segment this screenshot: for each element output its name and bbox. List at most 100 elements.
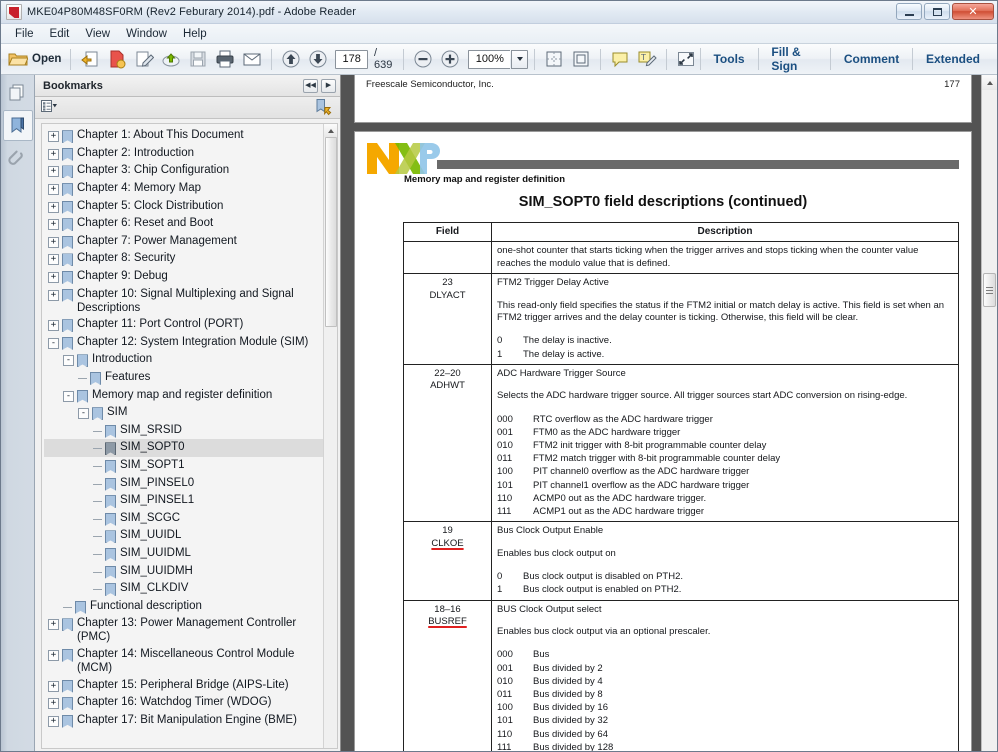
minimize-button[interactable] xyxy=(896,3,922,20)
fill-and-sign-button[interactable]: Fill & Sign xyxy=(758,44,830,75)
zoom-level-input[interactable]: 100% xyxy=(468,49,511,69)
open-button[interactable]: Open xyxy=(5,47,64,72)
bookmark-item-chapter-11-port-control-port[interactable]: + Chapter 11: Port Control (PORT) xyxy=(44,316,323,334)
expand-icon[interactable]: + xyxy=(48,219,59,231)
attachments-button[interactable] xyxy=(3,143,33,174)
document-scrollbar[interactable] xyxy=(981,75,997,751)
menu-view[interactable]: View xyxy=(77,26,118,42)
page-number-input[interactable]: 178 xyxy=(335,49,368,69)
bookmark-item-introduction[interactable]: - Introduction xyxy=(44,351,323,369)
expand-icon[interactable]: + xyxy=(48,201,59,213)
bookmark-item-chapter-3-chip-configuration[interactable]: + Chapter 3: Chip Configuration xyxy=(44,162,323,180)
scrollbar-thumb[interactable] xyxy=(324,137,337,327)
sticky-note-button[interactable] xyxy=(607,47,633,72)
scroll-up-button[interactable] xyxy=(324,124,337,137)
bookmark-item-chapter-15-peripheral-bridge-aips-lite[interactable]: + Chapter 15: Peripheral Bridge (AIPS-Lit… xyxy=(44,676,323,694)
next-page-button[interactable] xyxy=(305,47,331,72)
bookmark-item-chapter-10-signal-multiplexing-and-signal-descriptions[interactable]: + Chapter 10: Signal Multiplexing and Sig… xyxy=(44,285,323,316)
bookmarks-button[interactable] xyxy=(2,110,33,141)
fit-width-button[interactable] xyxy=(568,47,594,72)
scrollbar-thumb[interactable] xyxy=(983,273,996,307)
expand-icon[interactable]: + xyxy=(48,184,59,196)
scroll-up-button[interactable] xyxy=(982,75,997,90)
export-pdf-button[interactable] xyxy=(104,47,130,72)
expand-panel-button[interactable]: ▶ xyxy=(321,78,336,93)
bookmark-item-sim-uuidl[interactable]: SIM_UUIDL xyxy=(44,527,323,545)
expand-icon[interactable]: + xyxy=(48,649,59,661)
zoom-out-button[interactable] xyxy=(410,47,436,72)
bookmark-item-sim-pinsel0[interactable]: SIM_PINSEL0 xyxy=(44,474,323,492)
fit-page-button[interactable] xyxy=(541,47,567,72)
extended-button[interactable]: Extended xyxy=(913,44,993,75)
expand-icon[interactable]: + xyxy=(48,289,59,301)
zoom-in-button[interactable] xyxy=(437,47,463,72)
expand-icon[interactable]: + xyxy=(48,148,59,160)
bookmark-item-sim-uuidmh[interactable]: SIM_UUIDMH xyxy=(44,562,323,580)
bookmark-item-sim-sopt0[interactable]: SIM_SOPT0 xyxy=(44,439,323,457)
bookmark-item-sim-srsid[interactable]: SIM_SRSID xyxy=(44,422,323,440)
bookmark-item-chapter-8-security[interactable]: + Chapter 8: Security xyxy=(44,250,323,268)
bookmark-item-sim[interactable]: - SIM xyxy=(44,404,323,422)
page-thumbnails-button[interactable] xyxy=(3,77,33,108)
bookmark-item-functional-description[interactable]: Functional description xyxy=(44,597,323,615)
previous-page-button[interactable] xyxy=(278,47,304,72)
create-pdf-button[interactable] xyxy=(77,47,103,72)
bookmarks-scrollbar[interactable] xyxy=(323,124,337,748)
expand-icon[interactable]: + xyxy=(48,131,59,143)
bookmark-item-chapter-17-bit-manipulation-engine-bme[interactable]: + Chapter 17: Bit Manipulation Engine (BM… xyxy=(44,711,323,729)
bookmark-item-chapter-12-system-integration-module-sim[interactable]: - Chapter 12: System Integration Module (… xyxy=(44,334,323,352)
bookmark-item-chapter-7-power-management[interactable]: + Chapter 7: Power Management xyxy=(44,233,323,251)
collapse-icon[interactable]: - xyxy=(48,337,59,349)
expand-icon[interactable]: + xyxy=(48,320,59,332)
bookmark-item-chapter-6-reset-and-boot[interactable]: + Chapter 6: Reset and Boot xyxy=(44,215,323,233)
expand-icon[interactable]: + xyxy=(48,236,59,248)
menu-edit[interactable]: Edit xyxy=(42,26,78,42)
bookmark-item-chapter-13-power-management-controller-pmc[interactable]: + Chapter 13: Power Management Controller… xyxy=(44,615,323,646)
zoom-dropdown-button[interactable] xyxy=(511,49,528,69)
collapse-icon[interactable]: - xyxy=(63,390,74,402)
upload-cloud-button[interactable] xyxy=(158,47,184,72)
edit-pdf-button[interactable] xyxy=(131,47,157,72)
menu-window[interactable]: Window xyxy=(118,26,175,42)
close-button[interactable]: ✕ xyxy=(952,3,994,20)
expand-icon[interactable]: + xyxy=(48,166,59,178)
bookmark-item-chapter-4-memory-map[interactable]: + Chapter 4: Memory Map xyxy=(44,180,323,198)
bookmark-item-features[interactable]: Features xyxy=(44,369,323,387)
bookmark-item-memory-map-and-register-definition[interactable]: - Memory map and register definition xyxy=(44,386,323,404)
save-button[interactable] xyxy=(185,47,211,72)
comment-button[interactable]: Comment xyxy=(831,44,912,75)
highlight-text-button[interactable]: T xyxy=(634,47,660,72)
menu-help[interactable]: Help xyxy=(175,26,215,42)
bookmark-item-sim-scgc[interactable]: SIM_SCGC xyxy=(44,509,323,527)
pdf-page[interactable]: Memory map and register definition SIM_S… xyxy=(354,131,972,751)
bookmark-item-chapter-5-clock-distribution[interactable]: + Chapter 5: Clock Distribution xyxy=(44,197,323,215)
bookmark-item-chapter-16-watchdog-timer-wdog[interactable]: + Chapter 16: Watchdog Timer (WDOG) xyxy=(44,694,323,712)
read-mode-button[interactable] xyxy=(673,47,699,72)
bookmark-item-chapter-2-introduction[interactable]: + Chapter 2: Introduction xyxy=(44,145,323,163)
expand-icon[interactable]: + xyxy=(48,680,59,692)
menu-file[interactable]: File xyxy=(7,26,42,42)
collapse-icon[interactable]: - xyxy=(78,408,89,420)
bookmark-item-sim-pinsel1[interactable]: SIM_PINSEL1 xyxy=(44,492,323,510)
print-button[interactable] xyxy=(212,47,238,72)
tree-connector xyxy=(93,465,102,467)
new-bookmark-icon[interactable] xyxy=(314,98,334,118)
bookmark-item-sim-clkdiv[interactable]: SIM_CLKDIV xyxy=(44,580,323,598)
collapse-icon[interactable]: - xyxy=(63,355,74,367)
bookmark-item-chapter-14-miscellaneous-control-module-mcm[interactable]: + Chapter 14: Miscellaneous Control Modul… xyxy=(44,646,323,677)
bookmark-item-chapter-9-debug[interactable]: + Chapter 9: Debug xyxy=(44,268,323,286)
expand-icon[interactable]: + xyxy=(48,272,59,284)
bookmark-item-sim-uuidml[interactable]: SIM_UUIDML xyxy=(44,545,323,563)
expand-icon[interactable]: + xyxy=(48,715,59,727)
tools-button[interactable]: Tools xyxy=(700,44,757,75)
collapse-panel-button[interactable]: ◀◀ xyxy=(303,78,318,93)
bookmark-item-chapter-1-about-this-document[interactable]: + Chapter 1: About This Document xyxy=(44,127,323,145)
bookmark-options-icon[interactable] xyxy=(41,100,58,115)
bookmark-item-sim-sopt1[interactable]: SIM_SOPT1 xyxy=(44,457,323,475)
expand-icon[interactable]: + xyxy=(48,254,59,266)
expand-icon[interactable]: + xyxy=(48,698,59,710)
bookmarks-tree[interactable]: + Chapter 1: About This Document + Chapter … xyxy=(41,123,338,749)
maximize-button[interactable] xyxy=(924,3,950,20)
expand-icon[interactable]: + xyxy=(48,619,59,631)
email-button[interactable] xyxy=(239,47,265,72)
